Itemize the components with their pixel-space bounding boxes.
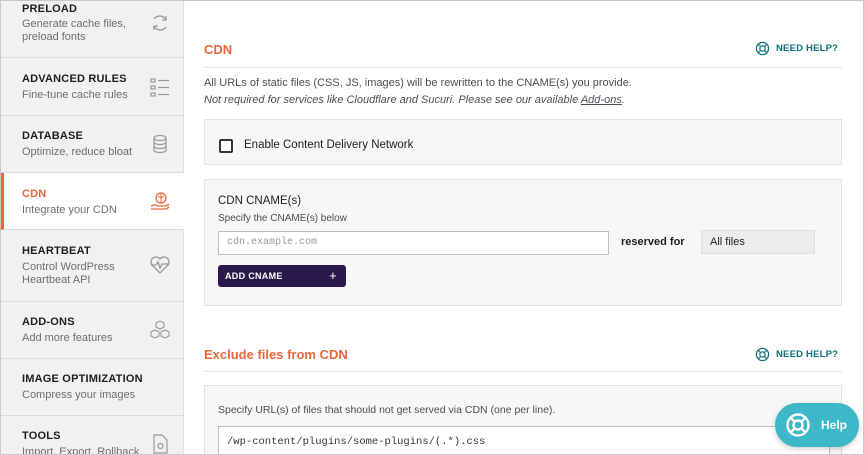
divider xyxy=(204,371,842,372)
sidebar-item-title: ADVANCED RULES xyxy=(22,73,127,85)
exclude-section-title: Exclude files from CDN xyxy=(204,347,348,362)
divider xyxy=(204,67,842,68)
help-fab-label: Help xyxy=(821,418,848,432)
database-icon xyxy=(153,134,167,154)
need-help-label: NEED HELP? xyxy=(776,43,839,54)
sidebar-item-title: PRELOAD xyxy=(22,3,78,15)
sidebar-item-title: ADD-ONS xyxy=(22,316,75,328)
sidebar-item-desc: Compress your images xyxy=(22,389,136,401)
sidebar-item-desc: Optimize, reduce bloat xyxy=(22,146,133,158)
exclude-description: Specify URL(s) of files that should not … xyxy=(218,404,556,416)
exclude-box: Specify URL(s) of files that should not … xyxy=(204,385,842,454)
sidebar-item-title: IMAGE OPTIMIZATION xyxy=(22,373,143,385)
sidebar-item-desc: Generate cache files, preload fonts xyxy=(22,18,126,43)
cdn-note-prefix: Not required for services like Cloudflar… xyxy=(204,94,581,106)
sidebar-item-database[interactable]: DATABASE Optimize, reduce bloat xyxy=(1,116,184,173)
sidebar-item-desc: Import, Export, Rollback xyxy=(22,446,140,455)
exclude-files-textarea[interactable]: /wp-content/plugins/some-plugins/(.*).cs… xyxy=(218,426,830,454)
need-help-label: NEED HELP? xyxy=(776,349,839,360)
enable-cdn-checkbox[interactable] xyxy=(219,139,233,153)
cdn-hand-icon xyxy=(150,192,170,210)
cdn-note-text: Not required for services like Cloudflar… xyxy=(204,94,625,106)
cdn-need-help-link[interactable]: NEED HELP? xyxy=(755,41,838,56)
plus-icon: + xyxy=(329,268,337,283)
cname-title: CDN CNAME(s) xyxy=(218,195,302,207)
cdn-note-suffix: . xyxy=(621,94,625,106)
sidebar-item-add-ons[interactable]: ADD-ONS Add more features xyxy=(1,302,184,359)
heartbeat-icon xyxy=(150,256,170,274)
cdn-intro-text: All URLs of static files (CSS, JS, image… xyxy=(204,77,632,89)
cname-subtitle: Specify the CNAME(s) below xyxy=(218,213,347,224)
sidebar-item-desc: Fine-tune cache rules xyxy=(22,89,128,101)
sidebar: PRELOAD Generate cache files, preload fo… xyxy=(1,1,184,455)
sidebar-item-image-optimization[interactable]: IMAGE OPTIMIZATION Compress your images xyxy=(1,359,184,416)
lifebuoy-icon xyxy=(755,347,770,362)
sidebar-item-advanced-rules[interactable]: ADVANCED RULES Fine-tune cache rules xyxy=(1,58,184,116)
enable-cdn-label[interactable]: Enable Content Delivery Network xyxy=(244,139,413,151)
cubes-icon xyxy=(150,320,170,339)
sidebar-item-heartbeat[interactable]: HEARTBEAT Control WordPress Heartbeat AP… xyxy=(1,230,184,302)
help-beacon-button[interactable]: Help xyxy=(775,403,859,447)
sidebar-item-title: DATABASE xyxy=(22,130,84,142)
sidebar-item-desc: Add more features xyxy=(22,332,113,344)
tools-file-icon xyxy=(153,434,168,454)
sidebar-item-title: HEARTBEAT xyxy=(22,245,91,257)
sidebar-item-desc: Integrate your CDN xyxy=(22,204,117,216)
add-cname-label: ADD CNAME xyxy=(225,271,283,281)
sidebar-item-tools[interactable]: TOOLS Import, Export, Rollback xyxy=(1,416,184,455)
sidebar-item-desc: Control WordPress Heartbeat API xyxy=(22,261,115,286)
lifebuoy-icon xyxy=(786,413,810,437)
cname-box: CDN CNAME(s) Specify the CNAME(s) below … xyxy=(204,179,842,306)
enable-cdn-box: Enable Content Delivery Network xyxy=(204,119,842,165)
reserved-for-select[interactable]: All files xyxy=(701,230,815,254)
refresh-icon xyxy=(153,15,167,31)
cname-input[interactable]: cdn.example.com xyxy=(218,231,609,255)
add-cname-button[interactable]: ADD CNAME + xyxy=(218,265,346,287)
cdn-section-title: CDN xyxy=(204,42,233,57)
lifebuoy-icon xyxy=(755,41,770,56)
sidebar-item-title: CDN xyxy=(22,188,47,200)
reserved-for-label: reserved for xyxy=(621,236,685,248)
sidebar-item-preload[interactable]: PRELOAD Generate cache files, preload fo… xyxy=(1,1,184,58)
app-frame: PRELOAD Generate cache files, preload fo… xyxy=(0,0,864,455)
sidebar-item-title: TOOLS xyxy=(22,430,61,442)
list-icon xyxy=(150,78,169,97)
main-content: CDN NEED HELP? All URLs of static files … xyxy=(185,1,863,454)
sidebar-item-cdn[interactable]: CDN Integrate your CDN xyxy=(1,173,184,230)
exclude-need-help-link[interactable]: NEED HELP? xyxy=(755,347,838,362)
add-ons-link[interactable]: Add-ons xyxy=(581,94,622,106)
